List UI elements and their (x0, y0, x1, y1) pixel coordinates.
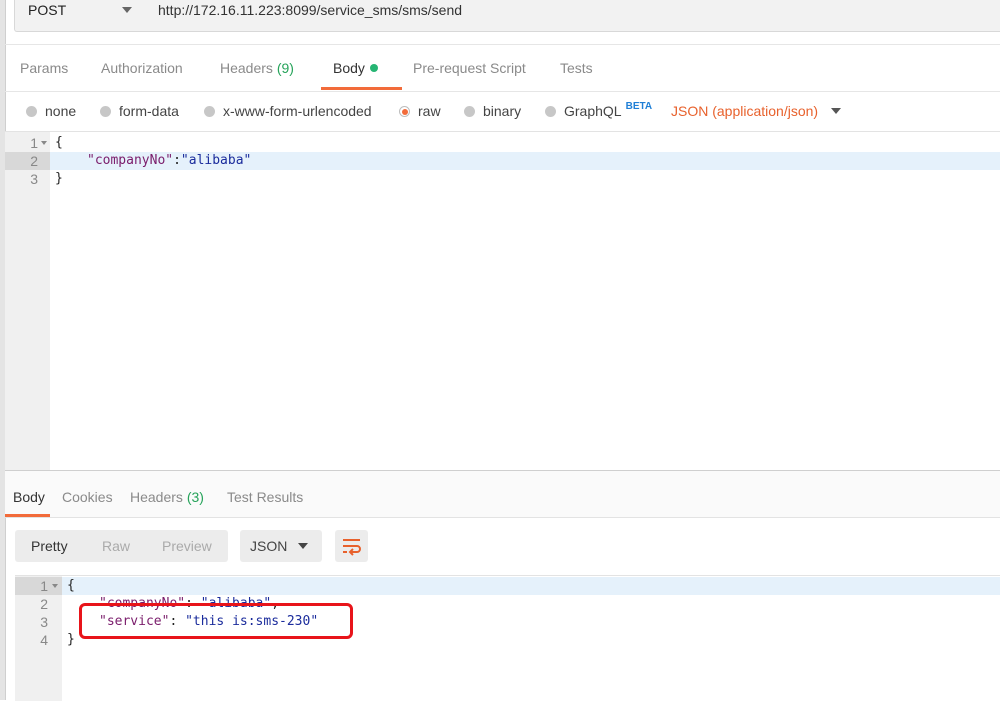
active-tab-underline (321, 87, 402, 90)
radio-icon (100, 106, 111, 117)
line-number: 2 (30, 153, 38, 169)
tab-label: Authorization (101, 60, 183, 76)
radio-graphql[interactable]: GraphQL BETA (545, 101, 653, 119)
beta-badge: BETA (625, 101, 653, 112)
radio-label: raw (418, 103, 441, 119)
tab-label: Headers (130, 489, 183, 505)
tab-tests[interactable]: Tests (560, 60, 593, 76)
view-preview-button[interactable]: Preview (162, 538, 212, 554)
highlight-callout-box (79, 603, 353, 639)
headers-count: (3) (186, 489, 204, 505)
radio-selected-icon (399, 106, 410, 117)
code-line: 1 { (5, 134, 1000, 152)
url-text: http://172.16.11.223:8099/service_sms/sm… (158, 2, 463, 18)
radio-label: form-data (119, 103, 179, 119)
line-number: 1 (30, 135, 38, 151)
json-value: "alibaba" (180, 153, 252, 168)
chevron-down-icon (298, 543, 308, 549)
request-tabs: Params Authorization Headers (9) Body Pr… (5, 44, 1000, 92)
code-text: "companyNo":"alibaba" (87, 152, 251, 170)
radio-icon (464, 106, 475, 117)
radio-icon (545, 106, 556, 117)
body-type-options: none form-data x-www-form-urlencoded raw… (5, 91, 1000, 131)
tab-label: Body (13, 489, 45, 505)
json-key: "companyNo" (87, 153, 174, 168)
format-select[interactable]: JSON (240, 530, 322, 562)
view-mode-group: Pretty Raw Preview (15, 530, 228, 562)
fold-icon[interactable] (52, 584, 58, 588)
view-pretty-button[interactable]: Pretty (31, 538, 68, 554)
body-indicator-dot (369, 64, 378, 72)
response-tab-headers[interactable]: Headers (3) (130, 489, 204, 505)
method-select[interactable]: POST (14, 0, 146, 32)
format-label: JSON (250, 538, 288, 554)
line-number: 2 (40, 596, 48, 612)
tab-authorization[interactable]: Authorization (101, 60, 183, 76)
radio-form-data[interactable]: form-data (100, 103, 179, 119)
code-text: } (55, 171, 63, 186)
chevron-down-icon[interactable] (831, 108, 841, 114)
radio-label: none (45, 103, 77, 119)
view-raw-button[interactable]: Raw (102, 538, 130, 554)
tab-label: Headers (220, 60, 273, 76)
content-type-select[interactable]: JSON (application/json) (671, 103, 818, 119)
active-tab-underline (5, 514, 50, 517)
code-text: } (67, 632, 75, 647)
radio-x-www-form-urlencoded[interactable]: x-www-form-urlencoded (204, 103, 372, 119)
code-text: { (67, 578, 75, 593)
code-line-active: 2 "companyNo":"alibaba" (5, 152, 1000, 170)
headers-count: (9) (276, 60, 294, 76)
radio-raw[interactable]: raw (399, 103, 441, 119)
request-body-editor[interactable]: 1 { 2 "companyNo":"alibaba" 3 } (5, 131, 1000, 471)
chevron-down-icon (122, 7, 132, 13)
wrap-lines-button[interactable] (335, 530, 368, 562)
response-tabs: Body Cookies Headers (3) Test Results (5, 471, 1000, 518)
radio-binary[interactable]: binary (464, 103, 521, 119)
tab-label: Body (333, 60, 365, 76)
response-tab-body[interactable]: Body (13, 489, 45, 505)
request-url-bar: POST http://172.16.11.223:8099/service_s… (14, 0, 1000, 33)
response-tab-test-results[interactable]: Test Results (227, 489, 303, 505)
radio-none[interactable]: none (26, 103, 76, 119)
line-number: 3 (40, 614, 48, 630)
code-line-active: 1 { (15, 577, 1000, 595)
tab-headers[interactable]: Headers (9) (220, 60, 294, 76)
response-tab-cookies[interactable]: Cookies (62, 489, 113, 505)
url-input[interactable]: http://172.16.11.223:8099/service_sms/sm… (145, 0, 1000, 32)
radio-label: x-www-form-urlencoded (223, 103, 372, 119)
line-number: 4 (40, 632, 48, 648)
tab-label: Params (20, 60, 69, 76)
tab-pre-request-script[interactable]: Pre-request Script (413, 60, 526, 76)
radio-icon (26, 106, 37, 117)
tab-label: Test Results (227, 489, 304, 505)
tab-label: Cookies (62, 489, 113, 505)
method-label: POST (28, 2, 67, 18)
wrap-icon (343, 539, 361, 556)
code-text: { (55, 135, 63, 150)
tab-label: Tests (560, 60, 593, 76)
json-colon: : (173, 153, 181, 168)
code-line: 3 } (5, 170, 1000, 188)
fold-icon[interactable] (41, 141, 47, 145)
tab-label: Pre-request Script (413, 60, 526, 76)
line-number: 3 (30, 171, 38, 187)
radio-label: binary (483, 103, 522, 119)
radio-icon (204, 106, 215, 117)
radio-label: GraphQL (564, 103, 622, 119)
tab-params[interactable]: Params (20, 60, 68, 76)
tab-body[interactable]: Body (333, 60, 378, 76)
line-number: 1 (40, 578, 48, 594)
